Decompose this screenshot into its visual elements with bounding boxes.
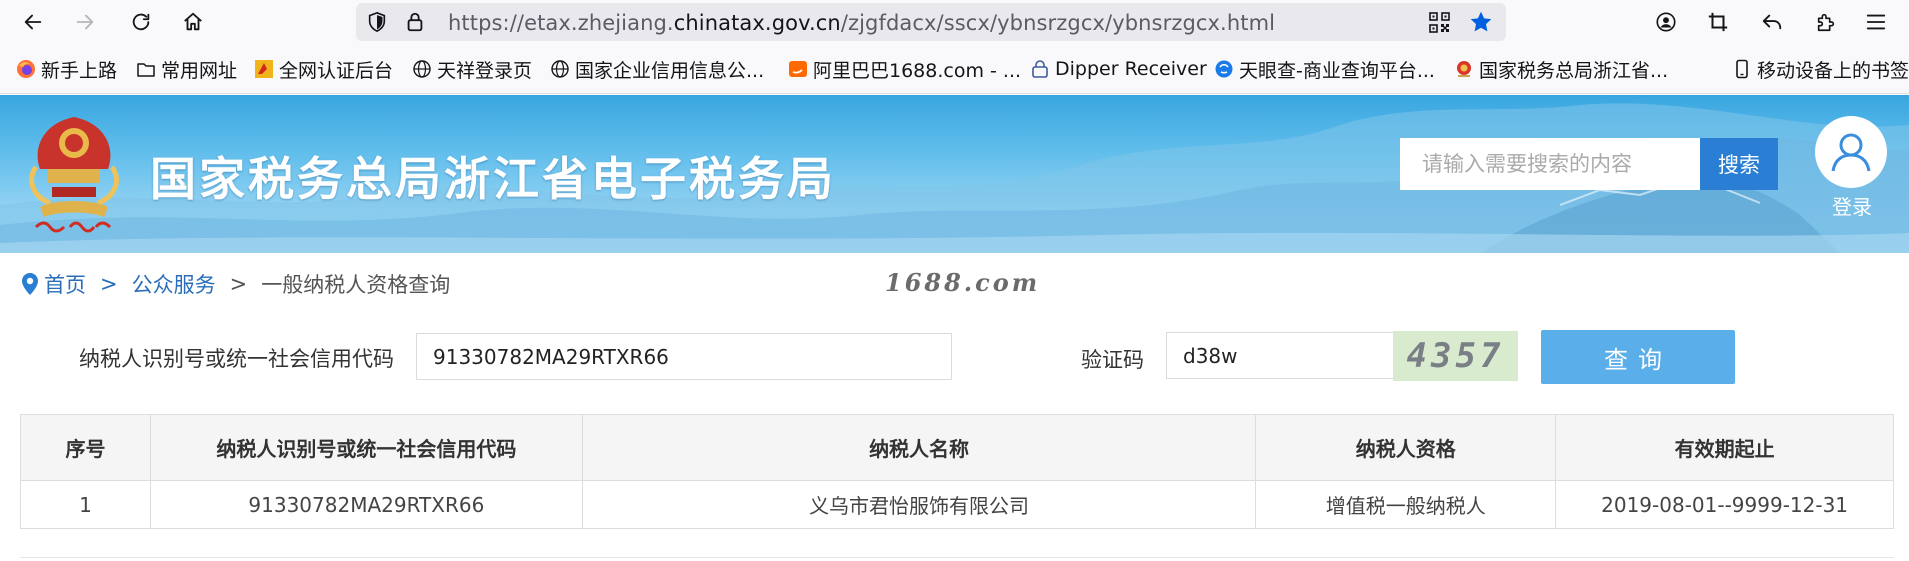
- tianyancha-icon: [1214, 59, 1234, 79]
- bookmarks-bar: 新手上路 常用网址 全网认证后台 天祥登录页 国家企业信用信息公... 阿里巴巴…: [0, 44, 1909, 94]
- brand-icon: [254, 59, 274, 79]
- table-row: 1 91330782MA29RTXR66 义乌市君怡服饰有限公司 增值税一般纳税…: [20, 480, 1894, 529]
- forward-button[interactable]: [70, 7, 100, 37]
- lock-icon[interactable]: [404, 11, 426, 33]
- globe-icon: [412, 59, 432, 79]
- table-header-row: 序号 纳税人识别号或统一社会信用代码 纳税人名称 纳税人资格 有效期起止: [20, 414, 1894, 481]
- reload-button[interactable]: [126, 7, 156, 37]
- url-text[interactable]: https://etax.zhejiang.chinatax.gov.cn/zj…: [448, 11, 1275, 35]
- arrow-left-icon: [24, 14, 42, 30]
- arrow-right-icon: [76, 14, 94, 30]
- site-banner: 国家税务总局浙江省电子税务局 搜索 登录: [0, 95, 1909, 253]
- hamburger-icon: [1866, 14, 1886, 30]
- account-button[interactable]: [1652, 8, 1680, 36]
- captcha-image[interactable]: 4357: [1393, 331, 1518, 381]
- emblem-icon: [1454, 59, 1474, 79]
- site-search-input[interactable]: [1400, 138, 1700, 190]
- taxpayer-id-label: 纳税人识别号或统一社会信用代码: [79, 347, 394, 371]
- taxpayer-id-input[interactable]: 91330782MA29RTXR66: [416, 333, 952, 380]
- breadcrumb-current: 一般纳税人资格查询: [261, 273, 451, 297]
- breadcrumb-home[interactable]: 首页: [44, 269, 86, 299]
- bookmark-item[interactable]: 阿里巴巴1688.com - ...: [788, 58, 1021, 82]
- reload-icon: [132, 13, 150, 31]
- bookmark-item[interactable]: 新手上路: [16, 58, 117, 82]
- bookmark-folder[interactable]: 常用网址: [136, 58, 237, 82]
- login-avatar-button[interactable]: [1815, 116, 1887, 188]
- cell-index: 1: [20, 480, 151, 529]
- bookmark-item[interactable]: Dipper Receiver: [1030, 58, 1207, 80]
- cell-validity: 2019-08-01--9999-12-31: [1555, 480, 1894, 529]
- captcha-label: 验证码: [1081, 348, 1144, 372]
- account-icon: [1656, 12, 1676, 32]
- folder-icon: [136, 59, 156, 79]
- browser-toolbar: https://etax.zhejiang.chinatax.gov.cn/zj…: [0, 0, 1909, 44]
- column-header-taxpayer-name: 纳税人名称: [581, 414, 1257, 481]
- extensions-button[interactable]: [1812, 8, 1840, 36]
- mobile-icon: [1732, 59, 1752, 79]
- bookmark-item[interactable]: 国家企业信用信息公...: [550, 58, 764, 82]
- bookmark-item[interactable]: 国家税务总局浙江省...: [1454, 58, 1668, 82]
- lock-icon: [1030, 59, 1050, 79]
- bookmark-item[interactable]: 天眼查-商业查询平台...: [1214, 58, 1435, 82]
- captcha-code: 4357: [1406, 336, 1505, 376]
- query-button[interactable]: 查询: [1541, 330, 1735, 384]
- firefox-icon: [16, 59, 36, 79]
- watermark-text: 1688.com: [885, 268, 1041, 297]
- globe-icon: [550, 59, 570, 79]
- breadcrumb-public-service[interactable]: 公众服务: [132, 269, 216, 299]
- bookmark-star-icon[interactable]: [1468, 9, 1494, 35]
- qr-code-icon[interactable]: [1429, 12, 1450, 33]
- home-button[interactable]: [178, 7, 208, 37]
- column-header-qualification: 纳税人资格: [1255, 414, 1557, 481]
- column-header-validity: 有效期起止: [1555, 414, 1894, 481]
- undo-icon: [1762, 14, 1782, 30]
- shield-icon[interactable]: [366, 11, 388, 33]
- breadcrumb-separator: >: [100, 272, 118, 296]
- location-pin-icon: [22, 273, 38, 295]
- bookmark-item[interactable]: 全网认证后台: [254, 58, 393, 82]
- cell-qualification: 增值税一般纳税人: [1255, 480, 1557, 529]
- puzzle-icon: [1817, 13, 1835, 32]
- undo-button[interactable]: [1758, 8, 1786, 36]
- back-button[interactable]: [18, 7, 48, 37]
- column-header-taxpayer-id: 纳税人识别号或统一社会信用代码: [149, 414, 583, 481]
- breadcrumb: 首页 > 公众服务 > 一般纳税人资格查询: [20, 270, 450, 298]
- menu-button[interactable]: [1862, 8, 1890, 36]
- site-search-button[interactable]: 搜索: [1700, 138, 1778, 190]
- crop-icon: [1708, 12, 1728, 32]
- screenshot-button[interactable]: [1704, 8, 1732, 36]
- user-icon: [1831, 133, 1871, 172]
- tax-emblem-logo: [29, 117, 119, 233]
- home-icon: [184, 12, 202, 31]
- address-bar[interactable]: https://etax.zhejiang.chinatax.gov.cn/zj…: [356, 3, 1506, 41]
- breadcrumb-separator: >: [229, 272, 248, 296]
- result-table: 序号 纳税人识别号或统一社会信用代码 纳税人名称 纳税人资格 有效期起止 1 9…: [20, 414, 1894, 529]
- cell-taxpayer-id: 91330782MA29RTXR66: [149, 480, 583, 529]
- site-title: 国家税务总局浙江省电子税务局: [150, 152, 836, 206]
- alibaba-icon: [788, 59, 808, 79]
- login-link[interactable]: 登录: [1826, 191, 1878, 220]
- mobile-bookmarks[interactable]: 移动设备上的书签: [1732, 58, 1909, 82]
- divider: [20, 557, 1894, 558]
- cell-taxpayer-name: 义乌市君怡服饰有限公司: [581, 480, 1257, 529]
- column-header-index: 序号: [20, 414, 151, 481]
- bookmark-item[interactable]: 天祥登录页: [412, 58, 532, 82]
